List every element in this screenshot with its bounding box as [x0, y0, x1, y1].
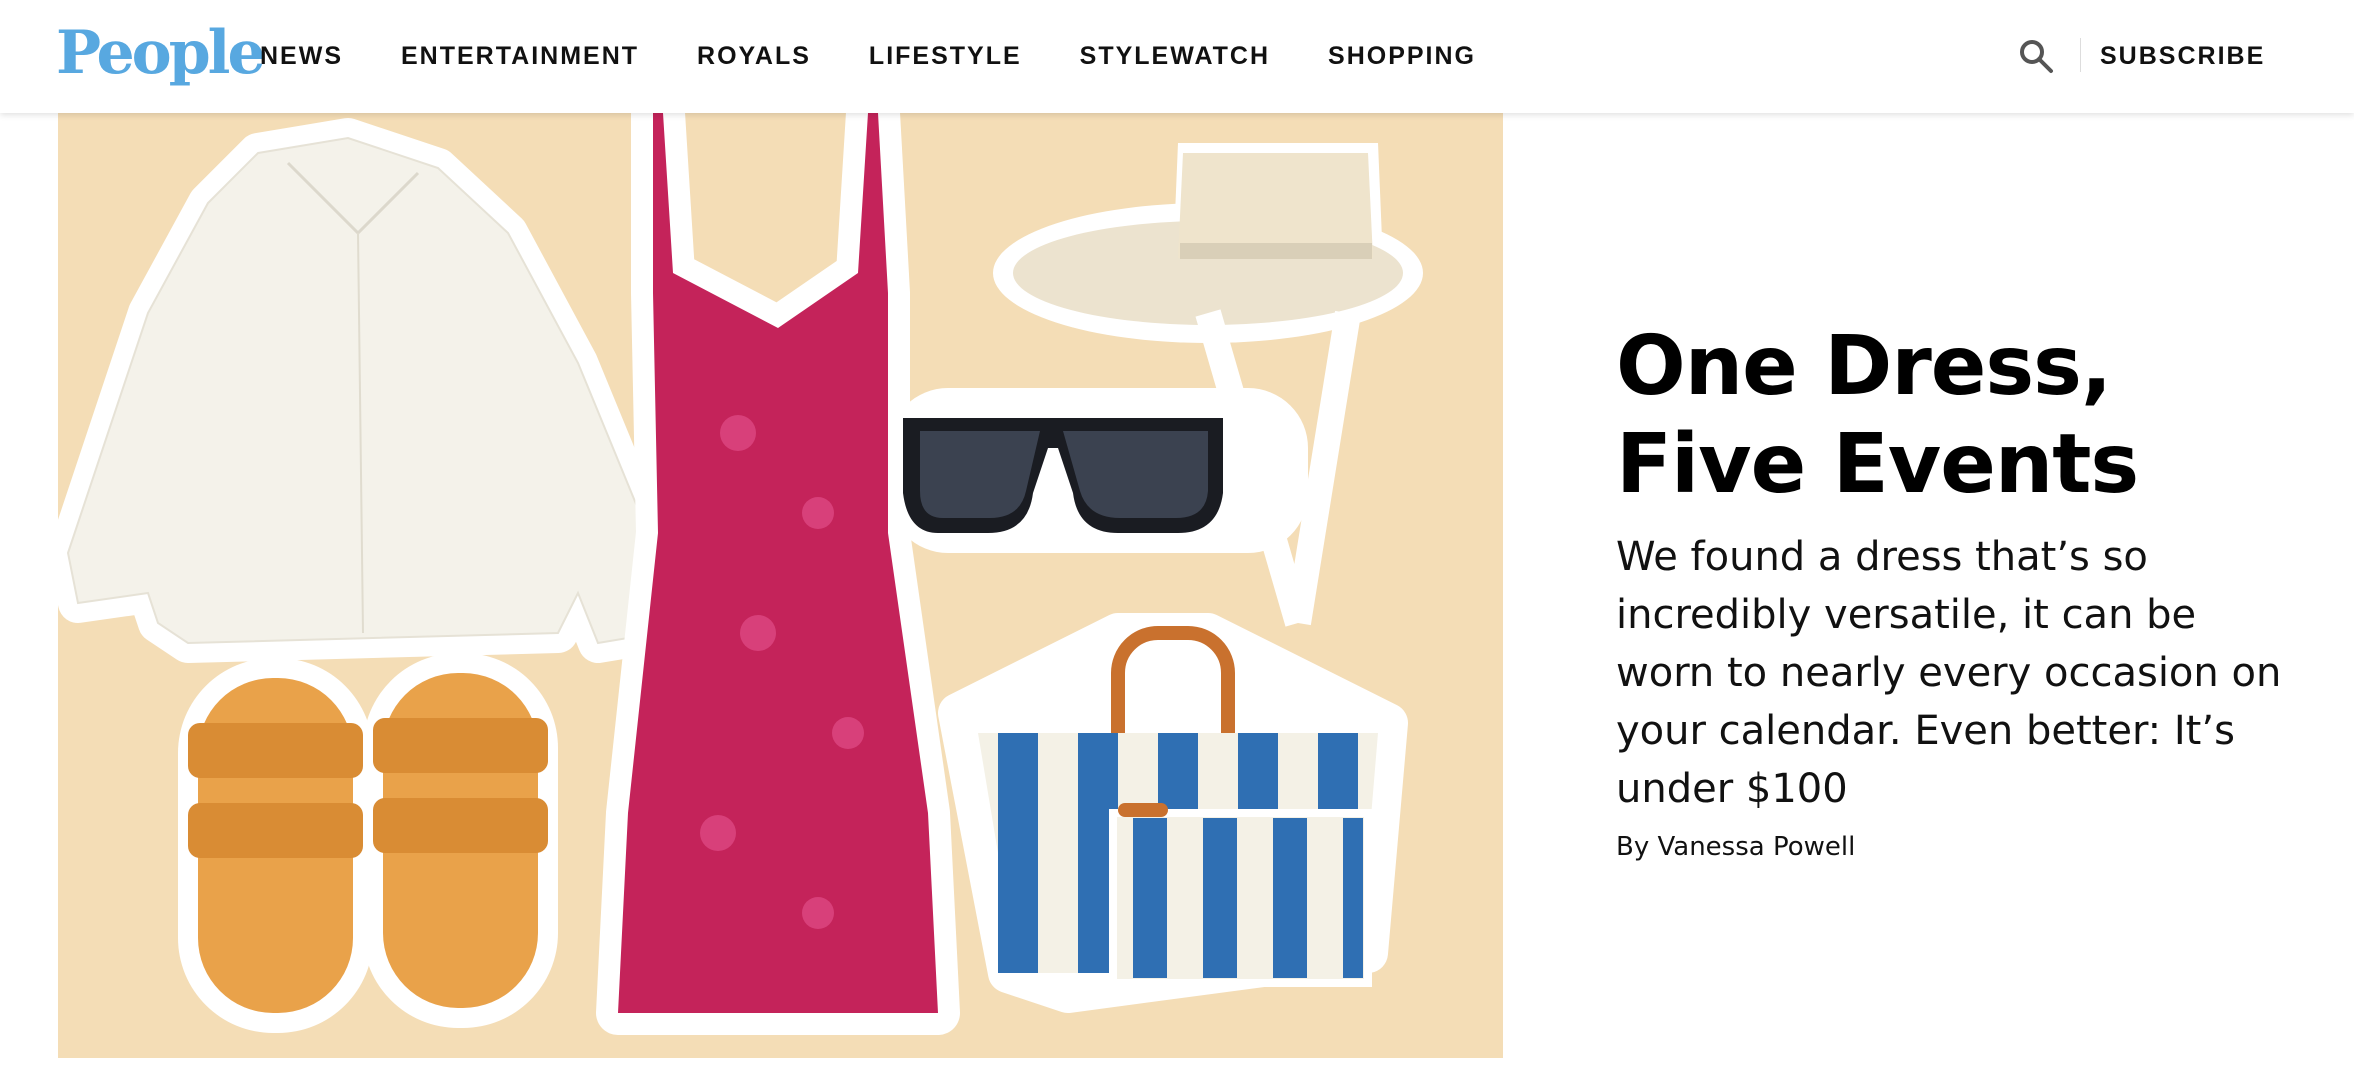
- pink-dress-image: [596, 113, 960, 1035]
- header-divider: [2080, 38, 2081, 72]
- byline-prefix: By: [1616, 832, 1658, 862]
- people-logo[interactable]: People: [56, 18, 266, 88]
- nav-royals[interactable]: ROYALS: [697, 42, 811, 71]
- nav-news[interactable]: NEWS: [260, 42, 343, 71]
- nav-shopping[interactable]: SHOPPING: [1328, 42, 1476, 71]
- striped-tote-image: [938, 613, 1408, 1013]
- hero-image: [58, 113, 1503, 1058]
- nav-stylewatch[interactable]: STYLEWATCH: [1080, 42, 1270, 71]
- subscribe-button[interactable]: SUBSCRIBE: [2100, 38, 2265, 74]
- article-byline: By Vanessa Powell: [1616, 832, 1855, 862]
- nav-entertainment[interactable]: ENTERTAINMENT: [401, 42, 639, 71]
- nav-lifestyle[interactable]: LIFESTYLE: [869, 42, 1022, 71]
- search-icon[interactable]: [2018, 38, 2054, 74]
- author-link[interactable]: Vanessa Powell: [1658, 832, 1856, 862]
- orange-sandals-image: [178, 653, 558, 1033]
- white-shirt-image: [58, 118, 678, 663]
- main-nav: NEWS ENTERTAINMENT ROYALS LIFESTYLE STYL…: [260, 0, 1534, 113]
- article-headline: One Dress, Five Events: [1616, 319, 2139, 512]
- article-dek: We found a dress that’s so incredibly ve…: [1616, 534, 2282, 812]
- site-header: People NEWS ENTERTAINMENT ROYALS LIFESTY…: [0, 0, 2354, 113]
